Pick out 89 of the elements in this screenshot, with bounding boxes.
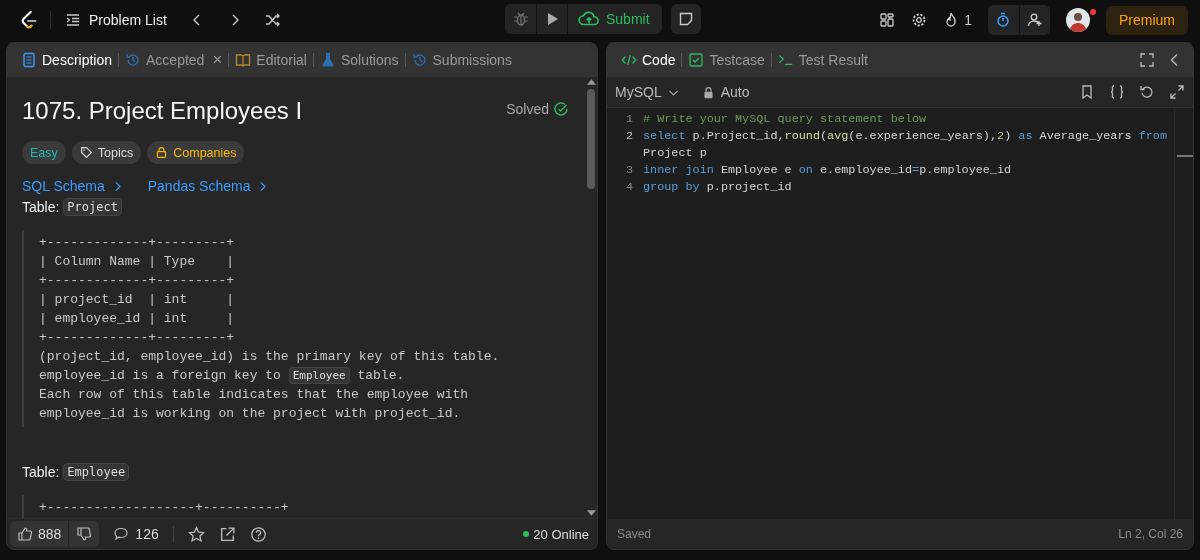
expand-icon[interactable] [1169, 84, 1185, 100]
tab[interactable]: Testcase [684, 45, 769, 75]
tag[interactable]: Companies [147, 141, 245, 164]
schema-text-line: +-------------+---------+ [39, 234, 236, 252]
terminal-icon [777, 52, 794, 68]
braces-icon[interactable] [1109, 84, 1125, 100]
line-number: 4 [624, 179, 634, 196]
layout-icon[interactable] [879, 12, 896, 28]
streak-count: 1 [964, 12, 972, 28]
lock-icon [155, 146, 169, 159]
schema-text-line: +-------------+---------+ [39, 272, 236, 290]
line-number: 1 [624, 111, 634, 128]
shuffle-icon[interactable] [264, 12, 281, 28]
cloud-upload-icon [578, 10, 600, 28]
table-label: Table: [22, 199, 60, 215]
avatar[interactable] [1066, 8, 1090, 32]
schema-text-line: Each row of this table indicates that the employee with [39, 386, 470, 404]
close-icon[interactable]: × [212, 50, 223, 70]
notes-button[interactable] [669, 4, 701, 34]
schema-link[interactable]: SQL Schema [22, 178, 124, 194]
premium-button[interactable]: Premium [1106, 5, 1188, 35]
tab[interactable]: Accepted × [121, 45, 227, 75]
scroll-down-icon[interactable] [586, 510, 596, 516]
code-line: group by p.project_id [643, 179, 792, 196]
tab[interactable]: Description [17, 45, 117, 75]
tab[interactable]: Code [617, 45, 680, 75]
online-count: 20 Online [533, 526, 589, 542]
scroll-up-icon[interactable] [586, 79, 596, 85]
fullscreen-icon[interactable] [1139, 52, 1155, 68]
tab[interactable]: Test Result [773, 45, 872, 75]
code-line: select p.Project_id,round(avg(e.experience_years),2) as Average_years from [643, 128, 1167, 145]
scrollbar-thumb[interactable] [587, 89, 595, 189]
code-line: inner join Employee e on e.employee_id=p.employee_id [643, 162, 1012, 179]
submit-button[interactable]: Submit [567, 4, 662, 34]
add-friend-button[interactable] [1019, 5, 1050, 35]
line-number: 2 [624, 128, 634, 145]
add-user-icon [1027, 12, 1043, 28]
comment-icon [113, 526, 130, 542]
history-icon [411, 52, 428, 68]
code-icon [621, 52, 637, 68]
comments-button[interactable]: 126 [113, 526, 159, 542]
solved-status: Solved [506, 101, 549, 117]
book-icon [235, 52, 252, 68]
bug-icon [512, 11, 529, 27]
schema-text-line: | employee_id | int | [39, 310, 236, 328]
thumbs-down-icon [76, 526, 93, 542]
share-icon[interactable] [218, 525, 236, 543]
list-icon [65, 12, 81, 28]
tab[interactable]: Editorial [231, 45, 311, 75]
cursor-position: Ln 2, Col 26 [1118, 527, 1183, 541]
thumbs-up-icon [17, 526, 33, 542]
schema-text-line: | Column Name | Type | [39, 253, 236, 271]
reset-icon[interactable] [1139, 84, 1155, 100]
schema-text-line: | project_id | int | [39, 291, 236, 309]
note-icon [677, 11, 694, 27]
tag[interactable]: Topics [71, 141, 142, 164]
tab[interactable]: Submissions [407, 45, 516, 75]
tab[interactable]: Solutions [315, 45, 403, 75]
schema-text-line: (project_id, employee_id) is the primary key of this table. [39, 348, 501, 366]
table-name: Employee [63, 463, 130, 481]
bookmark-icon[interactable] [1079, 84, 1095, 100]
settings-icon[interactable] [911, 12, 928, 28]
code-line: # Write your MySQL query statement below [643, 111, 927, 128]
document-icon [21, 52, 37, 68]
history-icon [125, 52, 142, 68]
help-icon[interactable] [249, 525, 267, 543]
online-dot [523, 531, 530, 537]
checkbox-icon [688, 52, 705, 68]
language-dropdown[interactable]: MySQL [615, 84, 688, 100]
mode-label: Auto [720, 84, 750, 100]
schema-text-line: employee_id is working on the project with project_id. [39, 405, 462, 423]
code-line: Project p [643, 145, 708, 162]
flask-icon [319, 52, 336, 68]
tag[interactable]: Easy [22, 141, 66, 164]
table-name: Project [63, 198, 122, 216]
scroll-marker [1177, 155, 1193, 157]
schema-link[interactable]: Pandas Schema [147, 178, 270, 194]
stopwatch-icon [995, 12, 1012, 28]
problem-list-button[interactable]: Problem List [65, 12, 167, 28]
schema-text-line: +-------------------+----------+ [39, 499, 290, 517]
lock-icon [701, 85, 715, 99]
tag-icon [79, 146, 93, 159]
save-status: Saved [617, 527, 652, 541]
table-label: Table: [22, 464, 60, 480]
star-icon[interactable] [187, 525, 205, 543]
problem-title: 1075. Project Employees I [22, 97, 303, 125]
schema-text-line: employee_id is a foreign key to Employee table. [39, 366, 406, 385]
schema-text-line: +-------------+---------+ [39, 329, 236, 347]
line-number: 3 [624, 162, 634, 179]
